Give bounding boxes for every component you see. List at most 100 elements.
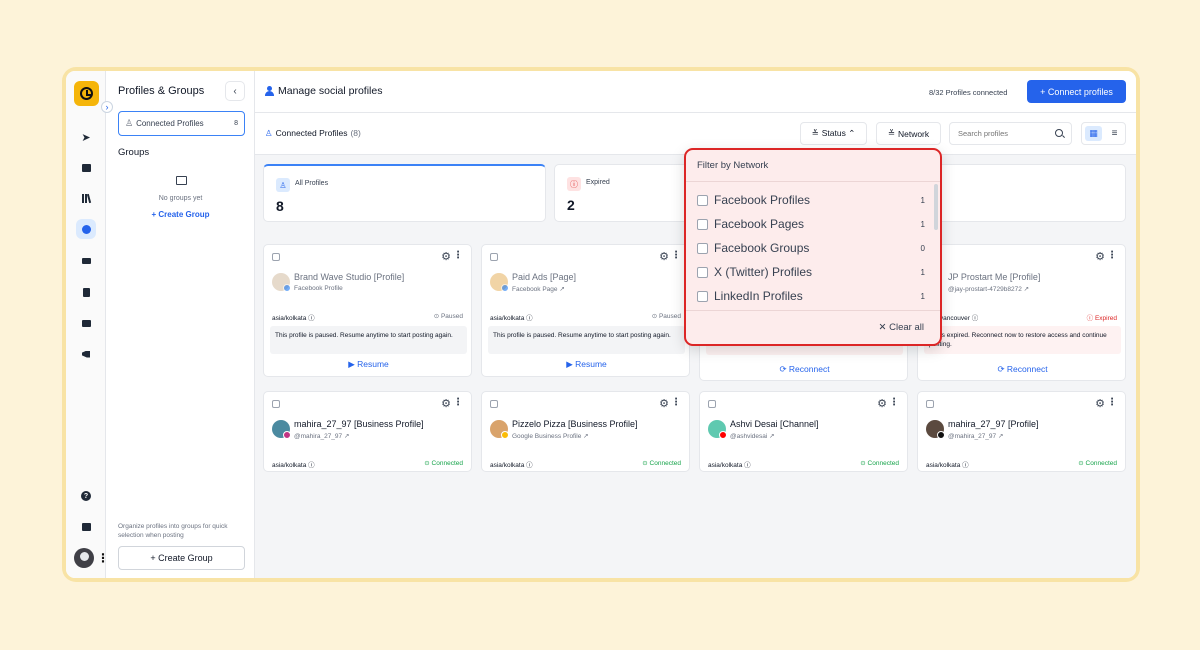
page-title: Manage social profiles [265, 85, 382, 97]
status-note: n has expired. Reconnect now to restore … [924, 326, 1121, 354]
send-icon[interactable]: ➤ [76, 127, 96, 147]
stat-value: 2 [567, 197, 575, 213]
select-checkbox[interactable] [708, 400, 716, 408]
profile-name: Pizzelo Pizza [Business Profile] [512, 419, 638, 429]
gear-icon[interactable]: ⚙ [441, 250, 451, 263]
create-group-link[interactable]: + Create Group [106, 210, 255, 219]
profile-card: ⚙ ⋮ Ashvi Desai [Channel] @ashvidesai ↗ … [699, 391, 908, 472]
resume-button[interactable]: ▶ Resume [482, 359, 691, 370]
network-filter-button[interactable]: ≚ Network [876, 122, 941, 145]
user-outline-icon: ♙ [125, 118, 134, 128]
network-option[interactable]: Facebook Pages 1 [697, 215, 925, 233]
all-profiles-stat[interactable]: ♙ All Profiles 8 [263, 164, 546, 222]
more-options-icon[interactable]: ⋮ [671, 397, 681, 408]
gear-icon[interactable]: ⚙ [877, 397, 887, 410]
connected-profiles-filter[interactable]: ♙ Connected Profiles 8 [118, 111, 245, 136]
calendar-icon[interactable] [76, 158, 96, 178]
clear-all-button[interactable]: ✕ Clear all [879, 322, 924, 333]
document-icon[interactable] [76, 282, 96, 302]
option-checkbox[interactable] [697, 266, 708, 278]
list-view-icon[interactable]: ≡ [1106, 126, 1123, 141]
profiles-icon[interactable] [76, 219, 96, 239]
facebook-icon [283, 284, 291, 292]
more-options-icon[interactable]: ⋮ [1107, 250, 1117, 261]
search-icon[interactable] [1055, 129, 1063, 137]
status-badge: ⊙ Connected [860, 460, 899, 467]
reconnect-button[interactable]: ⟳ Reconnect [918, 364, 1127, 375]
network-option[interactable]: X (Twitter) Profiles 1 [697, 263, 925, 281]
inbox-icon[interactable] [76, 251, 96, 271]
chat-icon[interactable] [76, 313, 96, 333]
gear-icon[interactable]: ⚙ [1095, 397, 1105, 410]
more-options-icon[interactable]: ⋮ [1107, 397, 1117, 408]
library-icon[interactable] [76, 188, 96, 208]
profile-handle: @jay-prostart-4729b8272 ↗ [948, 286, 1030, 293]
timezone: asia/kolkata ⓘ [272, 315, 315, 322]
option-label: Facebook Profiles [714, 193, 811, 207]
option-label: LinkedIn Profiles [714, 289, 803, 303]
option-checkbox[interactable] [697, 290, 708, 302]
stat-card[interactable] [920, 164, 1126, 222]
app-logo[interactable] [74, 81, 99, 106]
gear-icon[interactable]: ⚙ [659, 250, 669, 263]
network-option[interactable]: Facebook Profiles 1 [697, 191, 925, 209]
option-count: 1 [920, 219, 925, 229]
more-options-icon[interactable]: ⋮ [671, 250, 681, 261]
select-checkbox[interactable] [490, 400, 498, 408]
timezone: asia/kolkata ⓘ [926, 462, 969, 469]
gear-icon[interactable]: ⚙ [659, 397, 669, 410]
network-option[interactable]: Facebook Groups 0 [697, 239, 925, 257]
option-checkbox[interactable] [697, 194, 708, 206]
google-icon [501, 431, 509, 439]
option-checkbox[interactable] [697, 218, 708, 230]
alert-icon: ⓘ [567, 177, 581, 191]
groups-panel: Profiles & Groups ‹ ♙ Connected Profiles… [106, 71, 255, 578]
grid-view-icon[interactable]: ▦ [1085, 126, 1102, 141]
profile-card: ⚙ ⋮ Paid Ads [Page] Facebook Page ↗ asia… [481, 244, 690, 377]
dropdown-scrollbar[interactable] [934, 184, 938, 230]
select-checkbox[interactable] [272, 400, 280, 408]
search-input[interactable] [949, 122, 1072, 145]
top-bar: Manage social profiles 8/32 Profiles con… [255, 71, 1136, 113]
threads-icon [937, 431, 945, 439]
megaphone-icon[interactable] [76, 344, 96, 364]
user-icon [265, 86, 274, 96]
timezone: asia/kolkata ⓘ [490, 315, 533, 322]
collapse-panel-button[interactable]: ‹ [225, 81, 245, 101]
groups-help-text: Organize profiles into groups for quick … [118, 523, 228, 540]
expand-rail-button[interactable]: › [101, 101, 113, 113]
divider [686, 181, 940, 182]
profile-type: Google Business Profile ↗ [512, 433, 589, 440]
reconnect-button[interactable]: ⟳ Reconnect [700, 364, 909, 375]
section-count: (8) [350, 128, 361, 138]
connect-profiles-button[interactable]: + Connect profiles [1027, 80, 1126, 103]
help-icon[interactable]: ? [76, 486, 96, 506]
create-group-button[interactable]: + Create Group [118, 546, 245, 570]
profile-card: ⚙ ⋮ mahira_27_97 [Business Profile] @mah… [263, 391, 472, 472]
option-checkbox[interactable] [697, 242, 708, 254]
status-filter-button[interactable]: ≚ Status ⌃ [800, 122, 867, 145]
more-options-icon[interactable]: ⋮ [453, 397, 463, 408]
section-title-text: Connected Profiles [275, 128, 348, 138]
user-outline-icon: ♙ [265, 128, 273, 138]
select-checkbox[interactable] [490, 253, 498, 261]
profile-handle: @mahira_27_97 ↗ [948, 433, 1004, 440]
more-options-icon[interactable]: ⋮ [889, 397, 899, 408]
clock-icon [80, 87, 93, 100]
select-checkbox[interactable] [926, 400, 934, 408]
network-option[interactable]: LinkedIn Profiles 1 [697, 287, 925, 305]
status-badge: ⊙ Connected [424, 460, 463, 467]
user-avatar[interactable] [74, 548, 94, 568]
stat-value: 8 [276, 198, 284, 214]
resume-button[interactable]: ▶ Resume [264, 359, 473, 370]
gear-icon[interactable]: ⚙ [1095, 250, 1105, 263]
divider [686, 310, 940, 311]
status-badge: ⊙ Paused [433, 313, 463, 320]
feedback-icon[interactable] [76, 517, 96, 537]
profile-card: ⚙ ⋮ JP Prostart Me [Profile] @jay-prosta… [917, 244, 1126, 381]
select-checkbox[interactable] [272, 253, 280, 261]
gear-icon[interactable]: ⚙ [441, 397, 451, 410]
more-options-icon[interactable]: ⋮ [453, 250, 463, 261]
expired-stat[interactable]: ⓘ Expired 2 [554, 164, 694, 222]
filter-count: 8 [234, 120, 238, 127]
